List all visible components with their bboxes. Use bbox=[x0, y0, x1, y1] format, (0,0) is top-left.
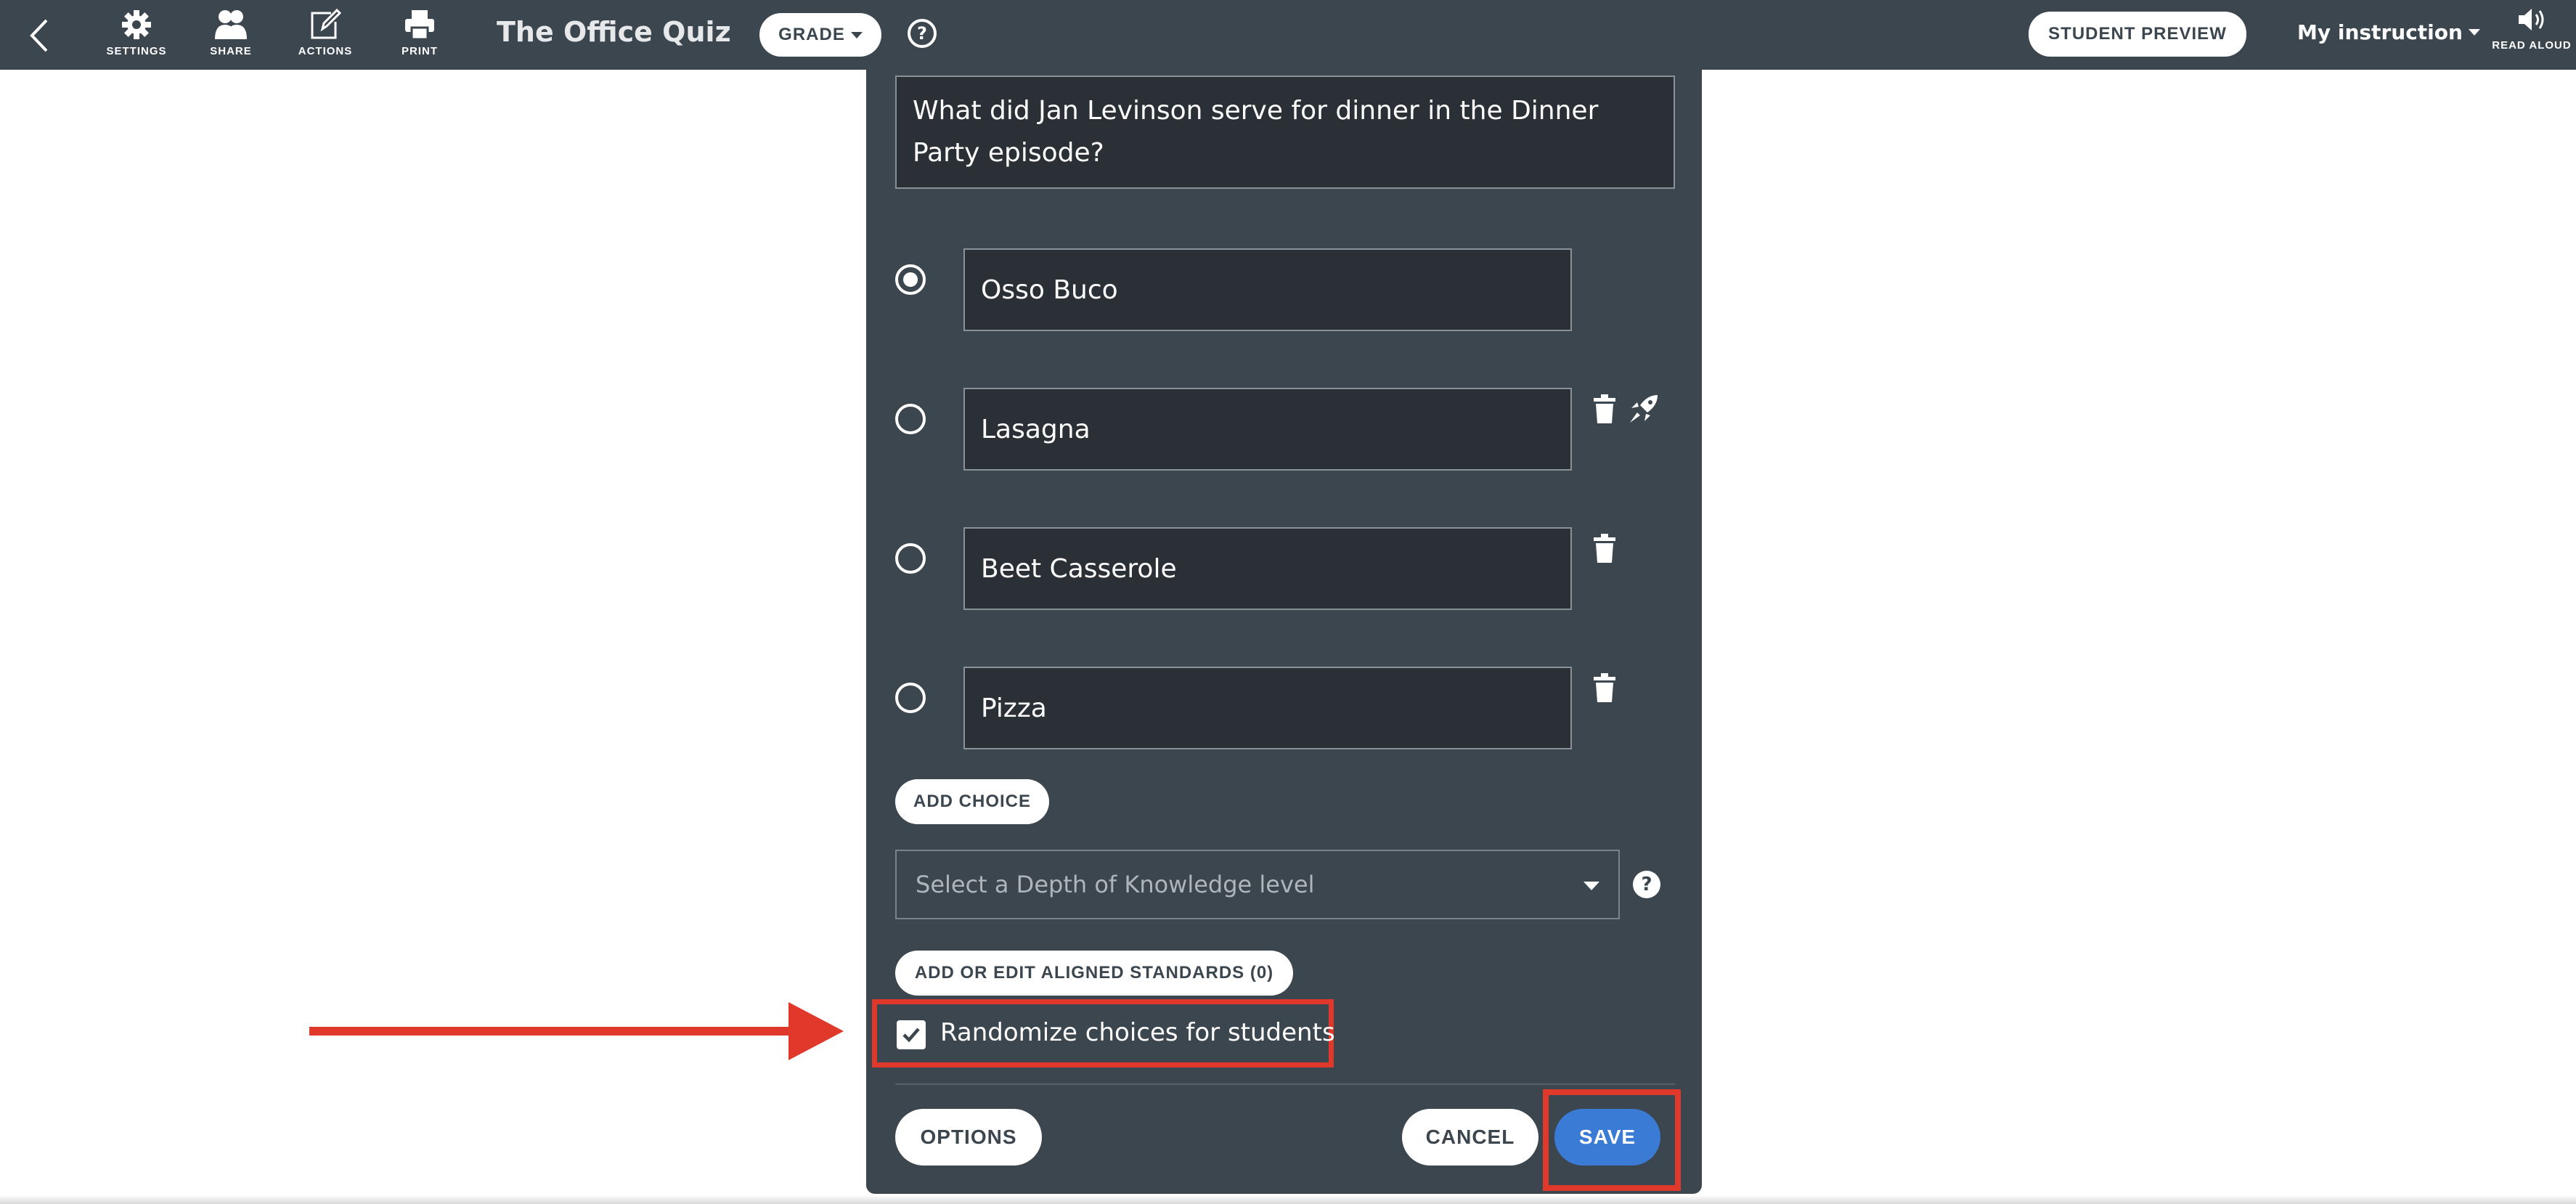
top-toolbar: SETTINGS SHARE ACTIONS PRINT The Office … bbox=[0, 0, 2576, 70]
caret-down-icon bbox=[850, 31, 863, 38]
boost-choice-button[interactable] bbox=[1629, 394, 1659, 427]
choice-row: Beet Casserole bbox=[866, 527, 1702, 610]
aligned-standards-button[interactable]: ADD OR EDIT ALIGNED STANDARDS (0) bbox=[895, 951, 1293, 996]
share-label: SHARE bbox=[210, 45, 252, 57]
question-mark-icon: ? bbox=[1641, 874, 1652, 895]
correct-answer-radio[interactable] bbox=[895, 404, 926, 434]
randomize-label[interactable]: Randomize choices for students bbox=[940, 1018, 1335, 1047]
delete-choice-button[interactable] bbox=[1592, 672, 1617, 706]
caret-down-icon bbox=[1583, 882, 1599, 890]
question-editor-panel: What did Jan Levinson serve for dinner i… bbox=[866, 70, 1702, 1194]
bottom-edge bbox=[0, 1195, 2576, 1204]
choice-input[interactable]: Osso Buco bbox=[963, 248, 1572, 331]
back-button[interactable] bbox=[26, 17, 55, 54]
student-preview-button[interactable]: STUDENT PREVIEW bbox=[2029, 12, 2246, 57]
choice-input[interactable]: Pizza bbox=[963, 667, 1572, 749]
save-button[interactable]: SAVE bbox=[1554, 1109, 1660, 1166]
cancel-button[interactable]: CANCEL bbox=[1402, 1109, 1538, 1166]
speaker-icon bbox=[2519, 9, 2544, 30]
trash-icon bbox=[1594, 394, 1615, 423]
divider bbox=[895, 1083, 1675, 1085]
instruction-dropdown[interactable]: My instruction bbox=[2297, 20, 2480, 44]
depth-of-knowledge-select[interactable]: Select a Depth of Knowledge level bbox=[895, 850, 1620, 919]
caret-down-icon bbox=[2468, 29, 2480, 36]
correct-answer-radio[interactable] bbox=[895, 683, 926, 713]
dok-help-button[interactable]: ? bbox=[1633, 871, 1660, 898]
grade-dropdown[interactable]: GRADE bbox=[759, 13, 881, 57]
print-label: PRINT bbox=[402, 45, 438, 57]
question-text-field[interactable]: What did Jan Levinson serve for dinner i… bbox=[895, 76, 1675, 189]
trash-icon bbox=[1594, 673, 1615, 702]
correct-answer-radio[interactable] bbox=[895, 543, 926, 574]
choice-input[interactable]: Beet Casserole bbox=[963, 527, 1572, 610]
choice-row: Osso Buco bbox=[866, 248, 1702, 331]
read-aloud-label: READ ALOUD bbox=[2492, 39, 2572, 52]
help-button[interactable]: ? bbox=[908, 19, 937, 48]
print-button[interactable]: PRINT bbox=[380, 6, 460, 64]
printer-icon bbox=[405, 10, 434, 41]
dok-placeholder: Select a Depth of Knowledge level bbox=[916, 871, 1315, 898]
grade-label: GRADE bbox=[778, 25, 845, 44]
choice-row: Pizza bbox=[866, 667, 1702, 749]
rocket-icon bbox=[1630, 395, 1658, 423]
choice-row: Lasagna bbox=[866, 388, 1702, 471]
checkmark-icon bbox=[902, 1028, 920, 1043]
read-aloud-button[interactable]: READ ALOUD bbox=[2487, 7, 2576, 52]
options-button[interactable]: OPTIONS bbox=[895, 1109, 1042, 1166]
actions-label: ACTIONS bbox=[298, 45, 353, 57]
quiz-title[interactable]: The Office Quiz bbox=[497, 16, 731, 48]
question-mark-icon: ? bbox=[917, 23, 927, 44]
people-icon bbox=[215, 10, 247, 39]
annotation-arrow-head bbox=[788, 1002, 844, 1060]
share-button[interactable]: SHARE bbox=[191, 6, 271, 64]
edit-icon bbox=[311, 9, 341, 39]
randomize-checkbox[interactable] bbox=[897, 1020, 926, 1049]
trash-icon bbox=[1594, 534, 1615, 563]
delete-choice-button[interactable] bbox=[1592, 394, 1617, 427]
annotation-arrow-shaft bbox=[309, 1027, 791, 1036]
settings-button[interactable]: SETTINGS bbox=[97, 6, 176, 64]
chevron-left-icon bbox=[30, 19, 48, 52]
instruction-label: My instruction bbox=[2297, 20, 2463, 44]
actions-button[interactable]: ACTIONS bbox=[285, 6, 365, 64]
correct-answer-radio[interactable] bbox=[895, 264, 926, 295]
settings-label: SETTINGS bbox=[106, 45, 167, 57]
choice-input[interactable]: Lasagna bbox=[963, 388, 1572, 471]
gear-icon bbox=[122, 10, 151, 39]
add-choice-button[interactable]: ADD CHOICE bbox=[895, 779, 1049, 824]
delete-choice-button[interactable] bbox=[1592, 533, 1617, 566]
